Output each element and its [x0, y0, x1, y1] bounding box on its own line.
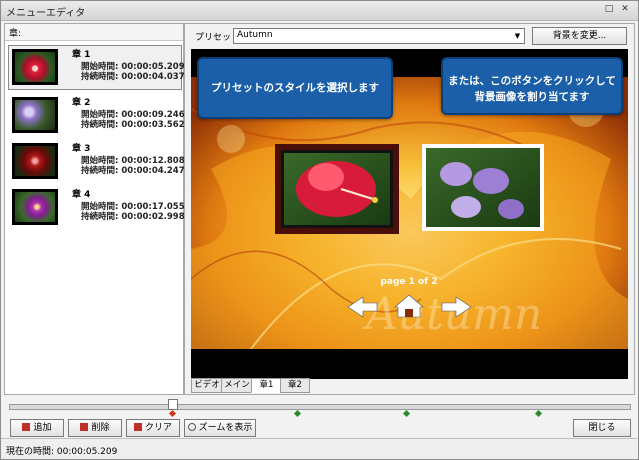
change-background-button[interactable]: 背景を変更...: [532, 27, 627, 45]
preset-value: Autumn: [237, 30, 273, 40]
close-icon[interactable]: ✕: [620, 4, 630, 15]
chapter-marker-current[interactable]: [168, 409, 177, 418]
chapter-thumbnail-2: [12, 97, 58, 133]
zoom-button[interactable]: ズームを表示: [184, 419, 256, 437]
tab-main[interactable]: メイン: [221, 378, 253, 393]
chapter-duration: 持続時間: 00:00:04.247: [81, 166, 185, 176]
chapter-title: 章 1: [72, 50, 91, 60]
chapter-marker[interactable]: [534, 409, 543, 418]
add-button[interactable]: 追加: [10, 419, 64, 437]
chapter-duration: 持続時間: 00:00:03.562: [81, 120, 185, 130]
chevron-down-icon[interactable]: ▼: [511, 29, 524, 43]
chapter-list-header: 章:: [5, 24, 183, 41]
chapter-duration: 持続時間: 00:00:04.037: [81, 72, 185, 82]
chapter-title: 章 4: [72, 190, 91, 200]
add-label: 追加: [33, 423, 52, 433]
zoom-label: ズームを表示: [198, 423, 253, 433]
page-indicator: page 1 of 2: [380, 277, 437, 287]
autumn-watermark: Autumn: [362, 289, 542, 340]
chapter-thumbnail-frame-2[interactable]: [422, 144, 544, 231]
chapter-thumbnail-1: [12, 49, 58, 85]
title-bar: メニューエディタ □ ✕: [1, 1, 638, 21]
status-bar: 現在の時間: 00:00:05.209: [1, 438, 638, 459]
chapter-list-panel: 章: 章 1 開始時間: 00:00:05.209 持続時間: 00:00:04…: [4, 23, 185, 395]
chapter-title: 章 3: [72, 144, 91, 154]
menu-editor-window: メニューエディタ □ ✕ 章: 章 1 開始時間: 00:00:05.209 持…: [0, 0, 639, 460]
background-callout: または、このボタンをクリックして背景画像を割り当てます: [441, 57, 623, 115]
timeline[interactable]: [4, 397, 633, 418]
chapter-item-4[interactable]: 章 4 開始時間: 00:00:17.055 持続時間: 00:00:02.99…: [8, 185, 185, 230]
preset-dropdown[interactable]: Autumn ▼: [233, 28, 525, 44]
chapter-duration: 持続時間: 00:00:02.998: [81, 212, 185, 222]
chapter-thumbnail-3: [12, 143, 58, 179]
chapter-item-3[interactable]: 章 3 開始時間: 00:00:12.808 持続時間: 00:00:04.24…: [8, 139, 185, 184]
clear-button[interactable]: クリア: [126, 419, 180, 437]
chapter-list-label: 章:: [9, 29, 22, 39]
window-title: メニューエディタ: [6, 8, 86, 19]
tab-video[interactable]: ビデオ: [191, 378, 223, 393]
delete-icon: [80, 423, 89, 431]
magnifier-icon: [187, 423, 196, 431]
delete-label: 削除: [91, 423, 110, 433]
chapter-item-1[interactable]: 章 1 開始時間: 00:00:05.209 持続時間: 00:00:04.03…: [8, 45, 185, 90]
restore-icon[interactable]: □: [604, 4, 614, 15]
close-button[interactable]: 閉じる: [573, 419, 631, 437]
current-time: 現在の時間: 00:00:05.209: [6, 447, 118, 457]
add-icon: [22, 423, 31, 431]
clear-label: クリア: [144, 423, 172, 433]
delete-button[interactable]: 削除: [68, 419, 122, 437]
tab-chapter-1[interactable]: 章1: [251, 378, 282, 393]
chapter-item-2[interactable]: 章 2 開始時間: 00:00:09.246 持続時間: 00:00:03.56…: [8, 93, 185, 138]
preset-callout: プリセットのスタイルを選択します: [197, 57, 393, 119]
chapter-title: 章 2: [72, 98, 91, 108]
chapter-marker[interactable]: [402, 409, 411, 418]
clear-icon: [133, 423, 142, 431]
timeline-slider-handle[interactable]: [168, 399, 178, 410]
chapter-marker[interactable]: [293, 409, 302, 418]
chapter-thumbnail-frame-1[interactable]: [275, 144, 399, 234]
chapter-thumbnail-4: [12, 189, 58, 225]
tab-chapter-2[interactable]: 章2: [280, 378, 310, 393]
